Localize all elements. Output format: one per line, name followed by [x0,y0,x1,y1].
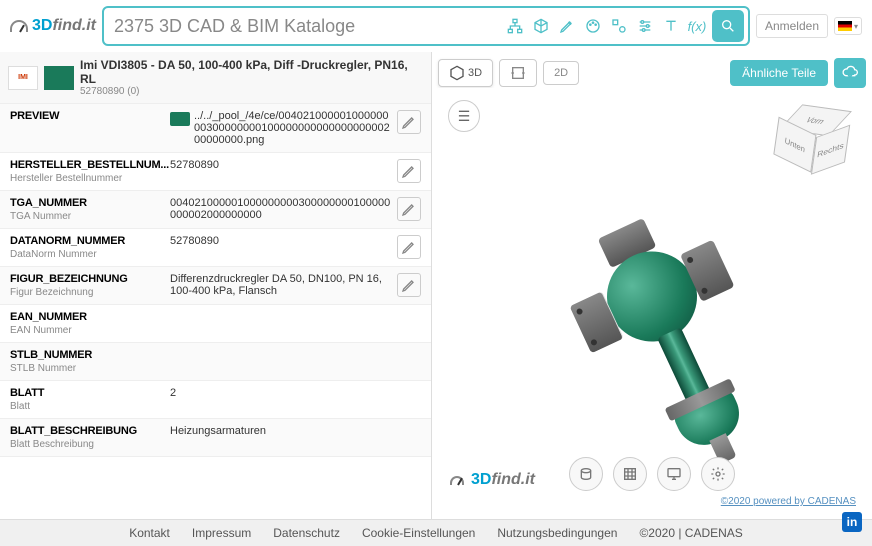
prop-sublabel: Figur Bezeichnung [10,287,170,298]
footer-link-datenschutz[interactable]: Datenschutz [273,526,340,540]
property-row: BLATT Blatt2 [0,381,431,419]
screen-icon[interactable] [657,457,691,491]
download-button[interactable] [834,58,866,88]
prop-value: 52780890 [170,235,397,260]
auth-area: Anmelden [756,14,862,38]
tab-dimensions[interactable] [499,59,537,87]
edit-button[interactable] [397,159,421,183]
prop-label: FIGUR_BEZEICHNUNG [10,273,170,285]
shaded-view-icon[interactable] [569,457,603,491]
prop-label: STLB_NUMMER [10,349,170,361]
pencil-icon[interactable] [556,15,578,37]
logo-find: find.it [52,17,96,34]
palette-icon[interactable] [582,15,604,37]
edit-button[interactable] [397,273,421,297]
prop-sublabel: Blatt Beschreibung [10,439,170,450]
settings-icon[interactable] [701,457,735,491]
flag-de-icon [838,21,852,31]
gauge-icon [10,20,28,32]
3d-viewer[interactable]: ☰ Vorn Unten Rechts [438,88,866,513]
language-selector[interactable] [834,17,862,35]
tab-3d[interactable]: 3D [438,59,493,87]
logo-3d: 3D [32,17,52,34]
property-row: FIGUR_BEZEICHNUNG Figur BezeichnungDiffer… [0,267,431,305]
property-row: BLATT_BESCHREIBUNG Blatt BeschreibungHeiz… [0,419,431,457]
preview-thumb-icon [170,112,190,126]
search-button[interactable] [712,10,744,42]
prop-label: DATANORM_NUMMER [10,235,170,247]
wireframe-icon[interactable] [613,457,647,491]
main-content: IMI Imi VDI3805 - DA 50, 100-400 kPa, Di… [0,52,872,519]
prop-sublabel: Blatt [10,401,170,412]
prop-label: BLATT_BESCHREIBUNG [10,425,170,437]
brand-thumb[interactable]: IMI [8,66,38,90]
footer-link-agb[interactable]: Nutzungsbedingungen [497,526,617,540]
prop-label: EAN_NUMMER [10,311,170,323]
properties-list[interactable]: PREVIEW../../_pool_/4e/ce/00402100000100… [0,104,431,519]
product-title: Imi VDI3805 - DA 50, 100-400 kPa, Diff -… [80,58,423,86]
prop-sublabel: DataNorm Nummer [10,249,170,260]
similar-parts-button[interactable]: Ähnliche Teile [730,60,828,86]
tab-2d[interactable]: 2D [543,61,579,85]
product-title-block: Imi VDI3805 - DA 50, 100-400 kPa, Diff -… [80,58,423,97]
viewer-bottom-tools [569,457,735,491]
prop-value: Differenzdruckregler DA 50, DN100, PN 16… [170,273,397,298]
prop-label: PREVIEW [10,110,170,122]
property-row: DATANORM_NUMMER DataNorm Nummer52780890 [0,229,431,267]
sliders-icon[interactable] [634,15,656,37]
prop-label: TGA_NUMMER [10,197,170,209]
text-icon[interactable] [660,15,682,37]
prop-sublabel: Hersteller Bestellnummer [10,173,170,184]
edit-button[interactable] [397,197,421,221]
viewer-panel: 3D 2D Ähnliche Teile ☰ Vorn Unten [432,52,872,519]
footer-link-impressum[interactable]: Impressum [192,526,251,540]
search-filter-icons: f(x) [504,15,708,37]
login-button[interactable]: Anmelden [756,14,828,38]
prop-sublabel: STLB Nummer [10,363,170,374]
linkedin-icon[interactable]: in [842,512,862,532]
viewer-watermark: 3Dfind.it [450,471,535,489]
property-row: EAN_NUMMER EAN Nummer [0,305,431,343]
prop-label: HERSTELLER_BESTELLNUM... [10,159,170,171]
edit-button[interactable] [397,110,421,134]
footer-link-cookies[interactable]: Cookie-Einstellungen [362,526,475,540]
shape-icon[interactable] [608,15,630,37]
footer: Kontakt Impressum Datenschutz Cookie-Ein… [0,519,872,546]
footer-copyright: ©2020 | CADENAS [639,526,742,540]
property-row: TGA_NUMMER TGA Nummer00402100000100000000… [0,191,431,229]
prop-value [170,311,421,336]
prop-value: 2 [170,387,421,412]
logo[interactable]: 3Dfind.it [10,17,96,35]
search-input[interactable] [108,12,504,41]
sitemap-icon[interactable] [504,15,526,37]
product-subtitle: 52780890 (0) [80,86,423,97]
viewer-toolbar: 3D 2D Ähnliche Teile [438,58,866,88]
properties-panel: IMI Imi VDI3805 - DA 50, 100-400 kPa, Di… [0,52,432,519]
cube-icon[interactable] [530,15,552,37]
viewer-options-button[interactable]: ☰ [448,100,480,132]
property-row: PREVIEW../../_pool_/4e/ce/00402100000100… [0,104,431,153]
product-header: IMI Imi VDI3805 - DA 50, 100-400 kPa, Di… [0,52,431,104]
prop-value [170,349,421,374]
prop-value: ../../_pool_/4e/ce/004021000001000000003… [170,110,397,146]
edit-button[interactable] [397,235,421,259]
prop-sublabel: TGA Nummer [10,211,170,222]
property-row: STLB_NUMMER STLB Nummer [0,343,431,381]
prop-sublabel: EAN Nummer [10,325,170,336]
prop-value: 52780890 [170,159,397,184]
navigation-cube[interactable]: Vorn Unten Rechts [776,102,848,174]
prop-value: Heizungsarmaturen [170,425,421,450]
header: 3Dfind.it f(x) Anmelden [0,0,872,52]
function-icon[interactable]: f(x) [686,15,708,37]
prop-label: BLATT [10,387,170,399]
3d-model[interactable] [592,236,712,356]
search-bar: f(x) [102,6,750,46]
footer-link-kontakt[interactable]: Kontakt [129,526,170,540]
product-thumb[interactable] [44,66,74,90]
property-row: HERSTELLER_BESTELLNUM... Hersteller Beste… [0,153,431,191]
prop-value: 0040210000010000000003000000001000000000… [170,197,397,222]
powered-by-link[interactable]: ©2020 powered by CADENAS [721,496,856,507]
